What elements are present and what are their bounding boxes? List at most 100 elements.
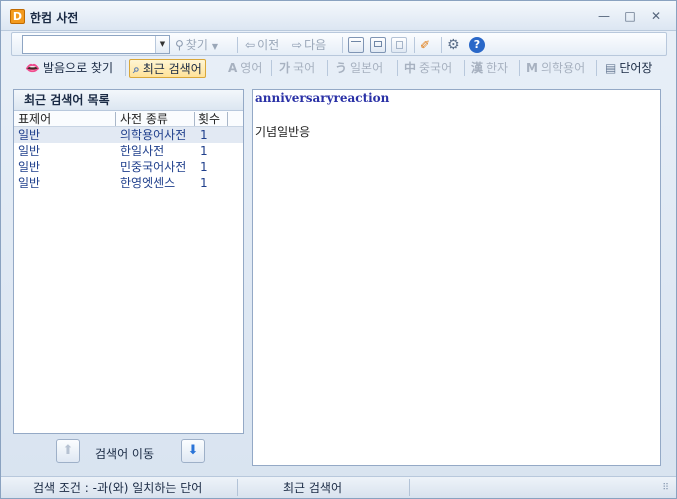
cell-dictionary: 한영엣센스 — [120, 176, 176, 190]
tab-hanja[interactable]: 漢 한자 — [471, 59, 508, 78]
status-bar: 검색 조건 : -과(와) 일치하는 단어 최근 검색어 ⠿ — [1, 476, 676, 498]
wordbook-icon: ▤ — [605, 61, 617, 75]
toolbar-divider — [519, 60, 520, 76]
cell-headword: 일반 — [18, 144, 41, 158]
status-divider — [237, 479, 238, 496]
toolbar-divider — [397, 60, 398, 76]
column-divider[interactable] — [115, 112, 116, 126]
cell-headword: 일반 — [18, 128, 41, 142]
tab-label: 중국어 — [419, 61, 453, 75]
tab-label: 국어 — [293, 61, 316, 75]
cell-dictionary: 한일사전 — [120, 144, 165, 158]
pen-icon[interactable]: ✐ — [420, 36, 430, 54]
tab-korean[interactable]: 가 국어 — [279, 59, 315, 78]
table-row[interactable]: 일반 의학용어사전 1 — [14, 127, 243, 143]
next-button[interactable]: ⇨ 다음 — [292, 36, 326, 54]
toolbar-divider — [414, 37, 415, 53]
toolbar-divider — [271, 60, 272, 76]
tab-japanese[interactable]: う 일본어 — [335, 59, 383, 78]
move-search-term-label: 검색어 이동 — [95, 447, 155, 461]
tab-english[interactable]: A 영어 — [228, 59, 262, 78]
arrow-right-icon: ⇨ — [292, 38, 303, 52]
cell-dictionary: 의학용어사전 — [120, 128, 187, 142]
toolbar-divider — [125, 60, 126, 76]
resize-grip-icon[interactable]: ⠿ — [662, 483, 669, 493]
recent-search-icon: ⌕ — [133, 62, 140, 76]
next-label: 다음 — [304, 38, 327, 52]
tab-label: 최근 검색어 — [142, 62, 202, 76]
move-down-button[interactable]: ⬇ — [181, 439, 205, 463]
mode-status: 최근 검색어 — [283, 481, 343, 495]
cell-count: 1 — [200, 160, 208, 174]
maximize-button[interactable]: □ — [622, 9, 638, 23]
cell-count: 1 — [200, 128, 208, 142]
tab-recent-searches[interactable]: ⌕ 최근 검색어 — [129, 59, 206, 78]
toolbar-divider — [327, 60, 328, 76]
recent-search-panel: 최근 검색어 목록 표제어 사전 종류 횟수 일반 의학용어사전 1 일반 한일… — [13, 89, 244, 434]
tab-label: 한자 — [486, 61, 509, 75]
cell-count: 1 — [200, 176, 208, 190]
column-header-dictionary[interactable]: 사전 종류 — [120, 111, 168, 127]
minimize-button[interactable]: — — [596, 9, 612, 23]
table-row[interactable]: 일반 한영엣센스 1 — [14, 175, 243, 191]
layout-icon[interactable] — [348, 37, 364, 53]
move-up-button[interactable]: ⬆ — [56, 439, 80, 463]
status-divider — [409, 479, 410, 496]
recent-search-list-title: 최근 검색어 목록 — [14, 90, 243, 111]
table-row[interactable]: 일반 민중국어사전 1 — [14, 159, 243, 175]
tab-label: 영어 — [240, 61, 263, 75]
cell-dictionary: 민중국어사전 — [120, 160, 187, 174]
find-label: 찾기 — [185, 38, 208, 52]
find-button[interactable]: ⚲ 찾기 ▼ — [175, 36, 218, 54]
tab-pronunciation-search[interactable]: 👄 발음으로 찾기 — [25, 59, 113, 78]
search-condition-status: 검색 조건 : -과(와) 일치하는 단어 — [33, 481, 203, 495]
search-input[interactable] — [23, 36, 155, 53]
cell-headword: 일반 — [18, 176, 41, 190]
chevron-down-icon[interactable]: ▼ — [155, 36, 169, 53]
copy-icon[interactable] — [391, 37, 407, 53]
toolbar-divider — [342, 37, 343, 53]
flashcard-icon[interactable] — [370, 37, 386, 53]
column-divider[interactable] — [227, 112, 228, 126]
prev-label: 이전 — [257, 38, 280, 52]
tab-chinese[interactable]: 中 중국어 — [404, 59, 452, 78]
help-icon[interactable]: ? — [469, 37, 485, 53]
search-combo[interactable]: ▼ — [22, 35, 170, 54]
table-row[interactable]: 일반 한일사전 1 — [14, 143, 243, 159]
column-divider[interactable] — [194, 112, 195, 126]
tab-label: 단어장 — [619, 61, 653, 75]
cell-count: 1 — [200, 144, 208, 158]
lips-icon: 👄 — [25, 61, 40, 75]
arrow-up-icon: ⬆ — [62, 443, 74, 458]
app-logo-icon: D — [10, 9, 25, 24]
chinese-char-icon: 中 — [404, 61, 417, 75]
tab-wordbook[interactable]: ▤ 단어장 — [605, 59, 652, 78]
hangul-icon: 가 — [279, 61, 291, 75]
tab-medical-terms[interactable]: M 의학용어 — [526, 59, 585, 78]
binoculars-icon: ⚲ — [175, 38, 184, 52]
kana-icon: う — [335, 61, 348, 75]
entry-headword: anniversaryreaction — [255, 91, 390, 105]
hanja-icon: 漢 — [471, 61, 484, 75]
letter-m-icon: M — [526, 61, 538, 75]
main-toolbar: ▼ ⚲ 찾기 ▼ ⇦ 이전 ⇨ 다음 ✐ ⚙ ? — [11, 32, 667, 56]
letter-a-icon: A — [228, 61, 238, 75]
prev-button[interactable]: ⇦ 이전 — [245, 36, 279, 54]
gear-icon[interactable]: ⚙ — [447, 36, 460, 54]
entry-content-panel[interactable]: anniversaryreaction 기념일반응 — [252, 89, 661, 466]
toolbar-divider — [596, 60, 597, 76]
tab-label: 발음으로 찾기 — [42, 61, 114, 75]
toolbar-divider — [441, 37, 442, 53]
toolbar-divider — [464, 60, 465, 76]
entry-meaning: 기념일반응 — [255, 125, 311, 139]
arrow-left-icon: ⇦ — [245, 38, 256, 52]
title-bar: D 한컴 사전 — □ ✕ — [1, 1, 676, 31]
column-header-count[interactable]: 횟수 — [198, 111, 220, 127]
dictionary-tab-bar: 👄 발음으로 찾기 ⌕ 최근 검색어 A 영어 가 국어 う 일본어 中 중국어 漢 한자 M… — [11, 57, 667, 79]
find-dropdown-icon[interactable]: ▼ — [212, 42, 218, 51]
arrow-down-icon: ⬇ — [187, 443, 199, 458]
column-header-headword[interactable]: 표제어 — [18, 111, 51, 127]
dictionary-window: D 한컴 사전 — □ ✕ ▼ ⚲ 찾기 ▼ ⇦ 이전 ⇨ 다음 ✐ ⚙ ? 👄… — [0, 0, 677, 499]
close-button[interactable]: ✕ — [648, 9, 664, 23]
window-title: 한컴 사전 — [30, 11, 79, 25]
